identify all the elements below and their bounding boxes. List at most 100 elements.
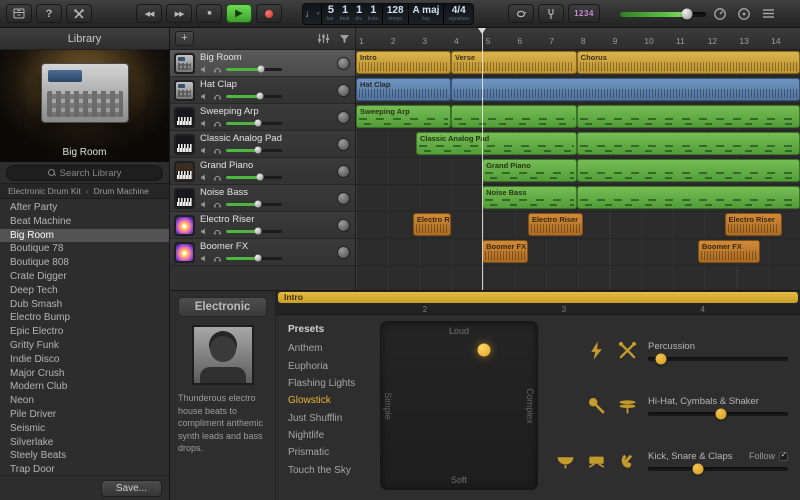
track-volume-slider[interactable]: [226, 65, 282, 73]
rewind-button[interactable]: ◀◀: [136, 4, 162, 23]
solo-button[interactable]: [213, 119, 222, 128]
arrangement-marker[interactable]: Intro: [278, 292, 798, 303]
mute-button[interactable]: [200, 200, 209, 209]
pan-knob[interactable]: [337, 56, 350, 70]
mute-button[interactable]: [200, 173, 209, 182]
save-button[interactable]: Save...: [100, 479, 162, 497]
region[interactable]: Hat Clap: [356, 78, 452, 101]
region[interactable]: Boomer FX: [482, 240, 528, 263]
bar-ruler[interactable]: 1 2 3 4 5 6 7 8 9 10 11 12 13 14: [356, 28, 800, 50]
track-header[interactable]: Hat Clap: [170, 77, 355, 104]
mute-button[interactable]: [200, 227, 209, 236]
library-item[interactable]: Crate Digger: [0, 270, 169, 284]
cycle-button[interactable]: [508, 4, 534, 23]
stop-button[interactable]: ■: [196, 4, 222, 23]
filter-icon[interactable]: [339, 34, 350, 44]
breadcrumb-parent[interactable]: Electronic Drum Kit: [8, 186, 81, 196]
mute-button[interactable]: [200, 254, 209, 263]
mute-button[interactable]: [200, 146, 209, 155]
library-item[interactable]: Neon: [0, 394, 169, 408]
level-slider[interactable]: [648, 408, 788, 419]
forward-button[interactable]: ▶▶: [166, 4, 192, 23]
master-volume-slider[interactable]: [620, 8, 706, 19]
library-item[interactable]: Deep Tech: [0, 284, 169, 298]
region[interactable]: Boomer FX: [697, 240, 761, 263]
region[interactable]: Sweeping Arp: [356, 105, 452, 128]
solo-button[interactable]: [213, 146, 222, 155]
solo-button[interactable]: [213, 92, 222, 101]
search-input[interactable]: Search Library: [6, 165, 163, 181]
region[interactable]: [576, 105, 800, 128]
follow-checkbox[interactable]: [779, 450, 788, 461]
library-item[interactable]: Dub Smash: [0, 298, 169, 312]
breadcrumb[interactable]: Electronic Drum Kit › Drum Machine: [0, 183, 169, 199]
track-header[interactable]: Electro Riser: [170, 212, 355, 239]
preset-item[interactable]: Prismatic: [284, 444, 372, 461]
solo-button[interactable]: [213, 200, 222, 209]
library-item[interactable]: Major Crush: [0, 367, 169, 381]
preset-item[interactable]: Touch the Sky: [284, 462, 372, 479]
playhead[interactable]: [478, 28, 487, 290]
library-item[interactable]: Gritty Funk: [0, 339, 169, 353]
play-button[interactable]: ▶: [226, 4, 252, 23]
region[interactable]: Electro Riser: [527, 213, 583, 236]
lcd-time-signature-section[interactable]: 4/4 signature: [444, 4, 473, 24]
preset-item[interactable]: Flashing Lights: [284, 375, 372, 392]
volume-handle[interactable]: [681, 8, 693, 19]
library-item[interactable]: Steely Beats: [0, 449, 169, 463]
track-header[interactable]: Big Room: [170, 50, 355, 77]
library-item[interactable]: Trap Door: [0, 463, 169, 475]
pan-knob[interactable]: [337, 137, 350, 151]
level-slider[interactable]: [648, 463, 788, 474]
library-item[interactable]: Big Room: [0, 228, 169, 243]
region[interactable]: [576, 186, 800, 209]
pan-knob[interactable]: [337, 191, 350, 205]
lcd-display[interactable]: ♩▾ 5 1 1 1 bar beat div ticks 128 tempo: [302, 2, 474, 25]
region[interactable]: Intro: [356, 51, 452, 74]
mute-button[interactable]: [200, 92, 209, 101]
solo-button[interactable]: [213, 65, 222, 74]
library-item[interactable]: Silverlake: [0, 436, 169, 450]
region[interactable]: [576, 132, 800, 155]
lcd-tempo-section[interactable]: 128 tempo: [383, 3, 409, 24]
record-button[interactable]: [256, 4, 282, 23]
library-item[interactable]: Boutique 78: [0, 242, 169, 256]
region[interactable]: Grand Piano: [482, 159, 577, 182]
slider-handle[interactable]: [655, 353, 667, 364]
track-volume-slider[interactable]: [226, 92, 282, 100]
level-slider[interactable]: [648, 353, 788, 364]
track-volume-slider[interactable]: [226, 200, 282, 208]
track-volume-slider[interactable]: [226, 254, 282, 262]
meter-button[interactable]: [734, 4, 754, 23]
region[interactable]: Noise Bass: [482, 186, 577, 209]
xy-pad-puck[interactable]: [477, 343, 491, 357]
library-item[interactable]: Beat Machine: [0, 215, 169, 229]
preset-item[interactable]: Glowstick: [284, 392, 372, 409]
pan-knob[interactable]: [337, 164, 350, 178]
track-volume-slider[interactable]: [226, 227, 282, 235]
preset-item[interactable]: Anthem: [284, 340, 372, 357]
solo-button[interactable]: [213, 227, 222, 236]
track-header[interactable]: Classic Analog Pad: [170, 131, 355, 158]
add-track-button[interactable]: +: [175, 31, 194, 46]
lcd-key-section[interactable]: A maj key: [409, 3, 445, 24]
region[interactable]: Classic Analog Pad: [415, 132, 577, 155]
track-header[interactable]: Grand Piano: [170, 158, 355, 185]
library-toggle-button[interactable]: [6, 4, 32, 23]
solo-button[interactable]: [213, 173, 222, 182]
track-header[interactable]: Noise Bass: [170, 185, 355, 212]
track-header[interactable]: Sweeping Arp: [170, 104, 355, 131]
track-volume-slider[interactable]: [226, 146, 282, 154]
region[interactable]: Verse: [451, 51, 577, 74]
library-item[interactable]: Indie Disco: [0, 353, 169, 367]
library-item[interactable]: Epic Electro: [0, 325, 169, 339]
pan-knob[interactable]: [337, 245, 350, 259]
slider-handle[interactable]: [692, 463, 704, 474]
region[interactable]: Electro Riser: [724, 213, 783, 236]
count-in-button[interactable]: 1234: [568, 4, 600, 23]
region[interactable]: [576, 159, 800, 182]
mute-button[interactable]: [200, 119, 209, 128]
pan-knob[interactable]: [337, 110, 350, 124]
solo-button[interactable]: [213, 254, 222, 263]
pan-knob[interactable]: [337, 83, 350, 97]
